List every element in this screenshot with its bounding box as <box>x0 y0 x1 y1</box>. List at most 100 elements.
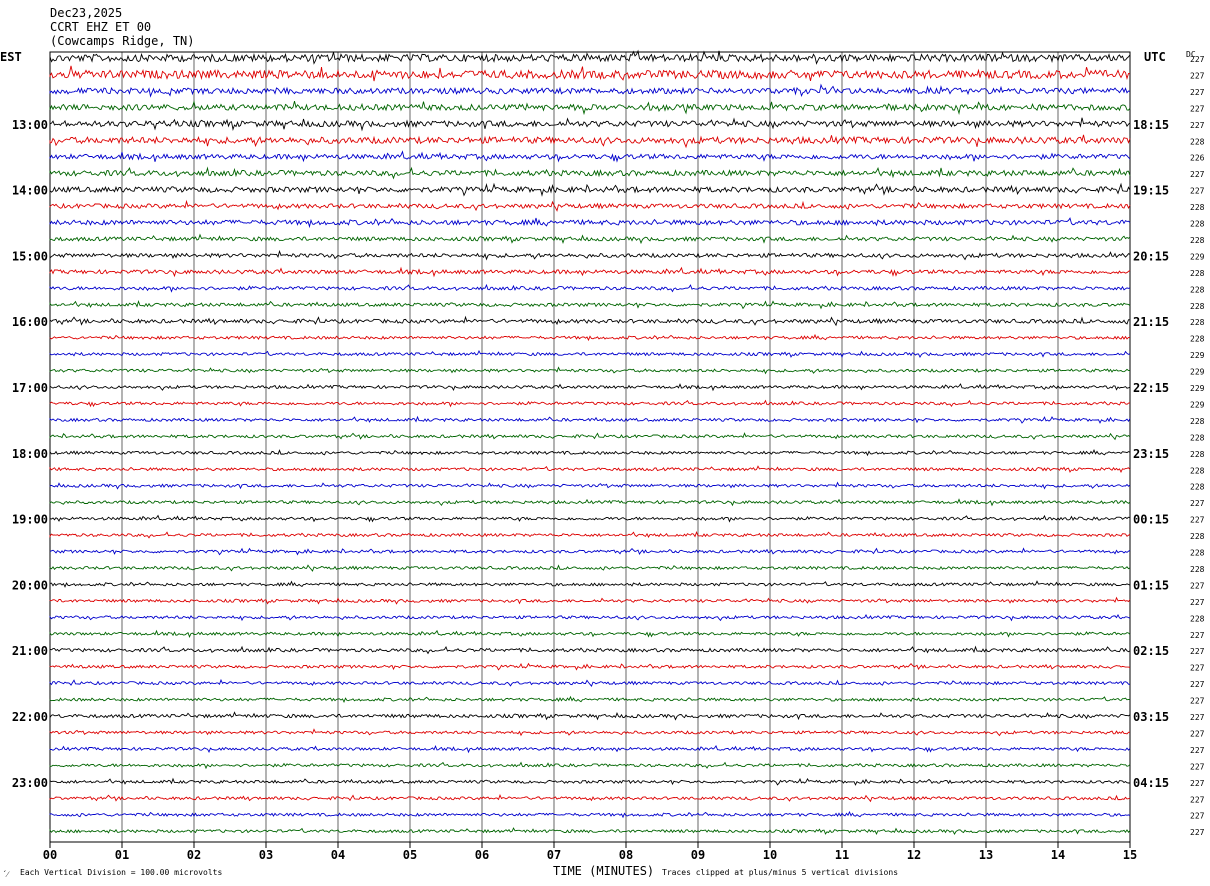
dc-offset-label: 228 <box>1190 417 1205 426</box>
est-hour-label: 14:00 <box>12 184 48 198</box>
trace-row-22 <box>49 399 1131 408</box>
x-tick-label: 05 <box>403 848 417 862</box>
est-hour-label: 18:00 <box>12 447 48 461</box>
trace-row-6 <box>49 134 1131 149</box>
trace-row-7 <box>49 150 1131 163</box>
trace-row-19 <box>49 349 1131 359</box>
x-tick-label: 00 <box>43 848 57 862</box>
trace-row-4 <box>49 100 1131 116</box>
utc-hour-label: 00:15 <box>1133 513 1169 527</box>
x-tick-label: 12 <box>907 848 921 862</box>
dc-offset-label: 228 <box>1190 433 1205 442</box>
trace-row-39 <box>49 678 1131 687</box>
est-hour-label: 15:00 <box>12 249 48 263</box>
dc-offset-label: 227 <box>1190 812 1205 821</box>
dc-offset-label: 228 <box>1190 335 1205 344</box>
dc-offset-label: 227 <box>1190 664 1205 673</box>
trace-row-2 <box>49 65 1131 82</box>
dc-offset-label: 227 <box>1190 729 1205 738</box>
trace-row-13 <box>49 249 1131 261</box>
trace-row-36 <box>49 629 1131 638</box>
dc-offset-label: 228 <box>1190 302 1205 311</box>
plot-frame <box>49 51 1131 843</box>
trace-row-20 <box>49 366 1131 375</box>
dc-offset-label: 228 <box>1190 137 1205 146</box>
dc-offset-label: 229 <box>1190 368 1205 377</box>
dc-offset-label: 227 <box>1190 762 1205 771</box>
dc-offset-label: 228 <box>1190 549 1205 558</box>
utc-hour-label: 02:15 <box>1133 644 1169 658</box>
dc-offset-label: 227 <box>1190 581 1205 590</box>
trace-row-9 <box>49 182 1131 197</box>
trace-row-15 <box>49 283 1131 293</box>
dc-offset-label: 228 <box>1190 483 1205 492</box>
dc-offset-label: 227 <box>1190 55 1205 64</box>
trace-row-44 <box>49 761 1131 770</box>
est-hour-label: 16:00 <box>12 315 48 329</box>
dc-offset-label: 227 <box>1190 170 1205 179</box>
utc-hour-label: 01:15 <box>1133 578 1169 592</box>
trace-row-17 <box>49 315 1131 327</box>
trace-row-41 <box>49 711 1131 721</box>
utc-hour-label: 18:15 <box>1133 118 1169 132</box>
corner-mark: ´⁄ <box>2 870 9 879</box>
x-tick-label: 07 <box>547 848 561 862</box>
utc-hour-label: 21:15 <box>1133 315 1169 329</box>
utc-hour-label: 04:15 <box>1133 776 1169 790</box>
trace-row-34 <box>49 596 1131 605</box>
utc-hour-label: 19:15 <box>1133 184 1169 198</box>
trace-row-16 <box>49 299 1131 310</box>
dc-offset-label: 227 <box>1190 828 1205 837</box>
est-hour-label: 23:00 <box>12 776 48 790</box>
trace-row-10 <box>49 199 1131 212</box>
trace-row-38 <box>49 662 1131 671</box>
trace-row-43 <box>49 744 1131 754</box>
trace-row-31 <box>49 547 1131 556</box>
dc-offset-label: 228 <box>1190 269 1205 278</box>
x-tick-label: 11 <box>835 848 849 862</box>
trace-row-48 <box>49 827 1131 836</box>
trace-row-29 <box>49 514 1131 523</box>
est-hour-label: 20:00 <box>12 578 48 592</box>
dc-offset-label: 228 <box>1190 614 1205 623</box>
trace-row-23 <box>49 415 1131 424</box>
trace-row-33 <box>49 580 1131 588</box>
dc-offset-label: 226 <box>1190 154 1205 163</box>
dc-offset-label: 229 <box>1190 351 1205 360</box>
dc-offset-label: 227 <box>1190 88 1205 97</box>
trace-row-32 <box>49 564 1131 572</box>
trace-row-28 <box>49 498 1131 507</box>
trace-row-30 <box>49 530 1131 539</box>
dc-offset-label: 228 <box>1190 450 1205 459</box>
dc-offset-label: 228 <box>1190 532 1205 541</box>
dc-offset-label: 228 <box>1190 565 1205 574</box>
x-tick-label: 08 <box>619 848 633 862</box>
dc-offset-label: 229 <box>1190 400 1205 409</box>
dc-offset-label: 228 <box>1190 236 1205 245</box>
x-axis-title: TIME (MINUTES) <box>553 864 655 878</box>
dc-offset-label: 227 <box>1190 104 1205 113</box>
dc-offset-label: 227 <box>1190 121 1205 130</box>
x-tick-label: 01 <box>115 848 129 862</box>
trace-row-27 <box>49 481 1131 490</box>
x-tick-label: 14 <box>1051 848 1065 862</box>
trace-row-35 <box>49 613 1131 622</box>
x-tick-label: 03 <box>259 848 273 862</box>
x-tick-label: 02 <box>187 848 201 862</box>
dc-offset-label: 229 <box>1190 252 1205 261</box>
dc-offset-label: 227 <box>1190 680 1205 689</box>
dc-offset-label: 227 <box>1190 647 1205 656</box>
est-hour-label: 22:00 <box>12 710 48 724</box>
trace-row-25 <box>49 448 1131 457</box>
dc-offset-label: 227 <box>1190 713 1205 722</box>
trace-row-45 <box>49 777 1130 786</box>
est-hour-label: 17:00 <box>12 381 48 395</box>
dc-offset-label: 227 <box>1190 598 1205 607</box>
trace-row-26 <box>49 465 1131 474</box>
x-tick-label: 10 <box>763 848 777 862</box>
utc-hour-label: 03:15 <box>1133 710 1169 724</box>
trace-row-24 <box>49 432 1131 441</box>
dc-offset-label: 228 <box>1190 203 1205 212</box>
trace-row-1 <box>49 49 1131 65</box>
trace-row-12 <box>49 233 1131 245</box>
